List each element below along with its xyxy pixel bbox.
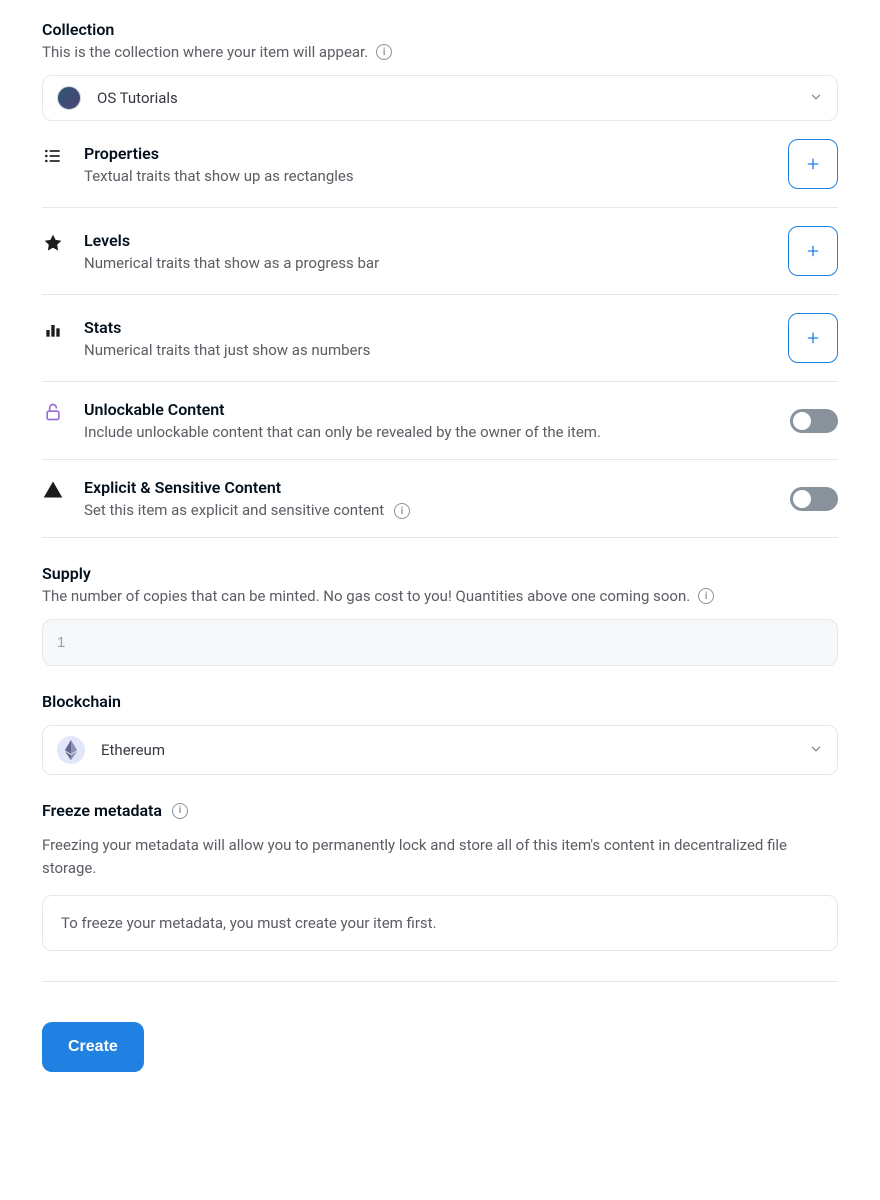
freeze-desc: Freezing your metadata will allow you to… [42, 834, 838, 879]
info-icon[interactable]: i [394, 503, 410, 519]
toggle-knob [793, 490, 811, 508]
blockchain-selected-text: Ethereum [101, 741, 165, 759]
unlockable-toggle[interactable] [790, 409, 838, 433]
properties-desc: Textual traits that show up as rectangle… [84, 167, 354, 185]
properties-row: Properties Textual traits that show up a… [42, 121, 838, 208]
lock-open-icon [42, 400, 64, 422]
collection-select[interactable]: OS Tutorials [42, 75, 838, 121]
unlockable-title: Unlockable Content [84, 400, 601, 419]
add-properties-button[interactable] [788, 139, 838, 189]
supply-label: Supply [42, 564, 838, 583]
add-levels-button[interactable] [788, 226, 838, 276]
explicit-row: Explicit & Sensitive Content Set this it… [42, 460, 838, 538]
explicit-title: Explicit & Sensitive Content [84, 478, 410, 497]
collection-desc: This is the collection where your item w… [42, 43, 368, 61]
supply-input [42, 619, 838, 666]
supply-desc: The number of copies that can be minted.… [42, 587, 690, 605]
toggle-knob [793, 412, 811, 430]
blockchain-select[interactable]: Ethereum [42, 725, 838, 775]
levels-title: Levels [84, 231, 379, 250]
info-icon[interactable]: i [172, 803, 188, 819]
explicit-toggle[interactable] [790, 487, 838, 511]
stats-title: Stats [84, 318, 370, 337]
add-stats-button[interactable] [788, 313, 838, 363]
supply-section: Supply The number of copies that can be … [42, 564, 838, 666]
divider [42, 981, 838, 982]
list-icon [42, 144, 64, 166]
freeze-section: Freeze metadata i Freezing your metadata… [42, 801, 838, 951]
explicit-desc-row: Set this item as explicit and sensitive … [84, 501, 410, 519]
freeze-info-box: To freeze your metadata, you must create… [42, 895, 838, 951]
explicit-desc: Set this item as explicit and sensitive … [84, 501, 384, 519]
collection-desc-row: This is the collection where your item w… [42, 43, 838, 61]
levels-desc: Numerical traits that show as a progress… [84, 254, 379, 272]
stats-desc: Numerical traits that just show as numbe… [84, 341, 370, 359]
blockchain-section: Blockchain Ethereum [42, 692, 838, 775]
levels-row: Levels Numerical traits that show as a p… [42, 208, 838, 295]
freeze-label: Freeze metadata [42, 801, 162, 820]
create-button[interactable]: Create [42, 1022, 144, 1072]
collection-section: Collection This is the collection where … [42, 20, 838, 121]
blockchain-label: Blockchain [42, 692, 838, 711]
chevron-down-icon [809, 89, 823, 108]
bar-chart-icon [42, 318, 64, 340]
unlockable-desc: Include unlockable content that can only… [84, 423, 601, 441]
info-icon[interactable]: i [698, 588, 714, 604]
stats-row: Stats Numerical traits that just show as… [42, 295, 838, 382]
info-icon[interactable]: i [376, 44, 392, 60]
collection-avatar [57, 86, 81, 110]
unlockable-row: Unlockable Content Include unlockable co… [42, 382, 838, 460]
collection-selected-text: OS Tutorials [97, 89, 178, 107]
star-icon [42, 231, 64, 253]
warning-icon [42, 478, 64, 500]
properties-title: Properties [84, 144, 354, 163]
collection-label: Collection [42, 20, 838, 39]
chevron-down-icon [809, 741, 823, 760]
ethereum-icon [57, 736, 85, 764]
collection-select-left: OS Tutorials [57, 86, 178, 110]
supply-desc-row: The number of copies that can be minted.… [42, 587, 838, 605]
